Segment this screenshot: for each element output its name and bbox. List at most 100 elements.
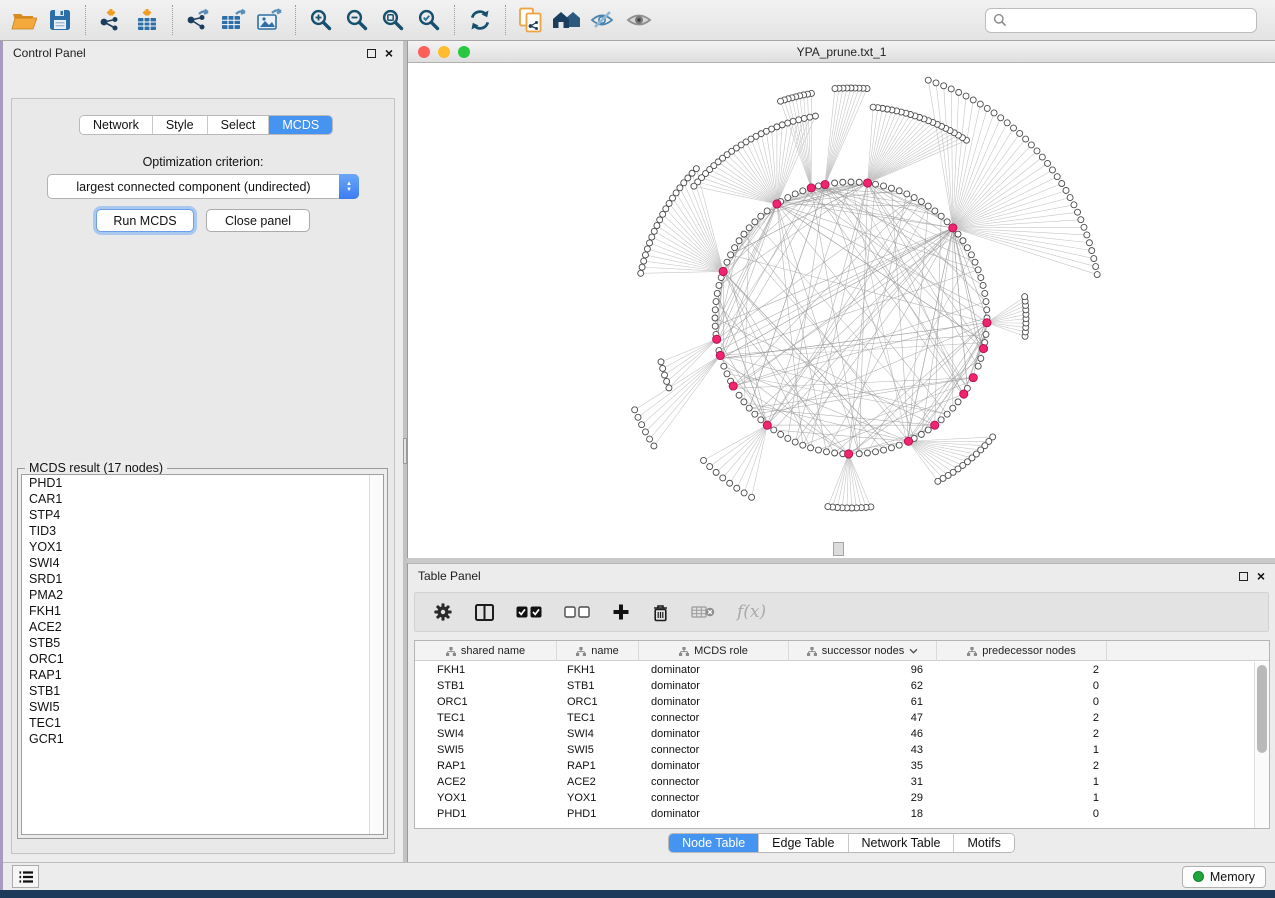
network-node[interactable]: [639, 264, 645, 270]
network-node[interactable]: [932, 208, 938, 214]
network-node[interactable]: [1028, 142, 1034, 148]
network-node[interactable]: [918, 431, 924, 437]
network-node[interactable]: [1081, 224, 1087, 230]
network-node[interactable]: [964, 245, 970, 251]
mcds-result-item[interactable]: TID3: [22, 523, 383, 539]
mcds-result-item[interactable]: CAR1: [22, 491, 383, 507]
network-node[interactable]: [712, 315, 718, 321]
network-node[interactable]: [642, 429, 648, 435]
network-node[interactable]: [638, 270, 644, 276]
network-node[interactable]: [911, 195, 917, 201]
mcds-result-item[interactable]: ACE2: [22, 619, 383, 635]
show-columns-button[interactable]: [475, 604, 494, 621]
table-scrollbar-thumb[interactable]: [1257, 665, 1267, 753]
network-node[interactable]: [1022, 294, 1028, 300]
network-window-titlebar[interactable]: YPA_prune.txt_1: [408, 41, 1275, 63]
mcds-hub-node[interactable]: [904, 437, 912, 445]
network-node[interactable]: [933, 80, 939, 86]
network-node[interactable]: [881, 447, 887, 453]
network-node[interactable]: [639, 422, 645, 428]
mcds-hub-node[interactable]: [983, 319, 991, 327]
hide-selected-button[interactable]: [585, 4, 621, 36]
network-node[interactable]: [660, 365, 666, 371]
table-row[interactable]: ORC1ORC1dominator610: [415, 694, 1254, 710]
tab-node-table[interactable]: Node Table: [669, 834, 758, 852]
network-node[interactable]: [778, 98, 784, 104]
mcds-hub-node[interactable]: [763, 421, 771, 429]
mcds-result-item[interactable]: GCR1: [22, 731, 383, 747]
network-node[interactable]: [938, 213, 944, 219]
network-node[interactable]: [832, 86, 838, 92]
network-node[interactable]: [925, 427, 931, 433]
network-node[interactable]: [714, 290, 720, 296]
network-node[interactable]: [983, 331, 989, 337]
network-node[interactable]: [963, 93, 969, 99]
network-node[interactable]: [918, 199, 924, 205]
network-node[interactable]: [712, 307, 718, 313]
mcds-hub-node[interactable]: [949, 224, 957, 232]
mcds-hub-node[interactable]: [979, 344, 987, 352]
network-node[interactable]: [888, 445, 894, 451]
network-canvas[interactable]: [408, 63, 1275, 558]
network-node[interactable]: [904, 191, 910, 197]
network-node[interactable]: [955, 231, 961, 237]
mcds-hub-node[interactable]: [821, 180, 829, 188]
network-node[interactable]: [713, 469, 719, 475]
network-node[interactable]: [881, 183, 887, 189]
network-node[interactable]: [641, 258, 647, 264]
network-node[interactable]: [1067, 195, 1073, 201]
network-node[interactable]: [944, 219, 950, 225]
mcds-result-item[interactable]: SRD1: [22, 571, 383, 587]
close-table-panel-icon[interactable]: ×: [1257, 571, 1265, 581]
mcds-result-item[interactable]: PHD1: [22, 475, 383, 491]
table-row[interactable]: SWI4SWI4dominator462: [415, 726, 1254, 742]
mcds-hub-node[interactable]: [713, 335, 721, 343]
network-node[interactable]: [1004, 120, 1010, 126]
network-node[interactable]: [864, 450, 870, 456]
float-panel-icon[interactable]: [367, 49, 376, 58]
network-node[interactable]: [785, 195, 791, 201]
network-node[interactable]: [978, 355, 984, 361]
save-session-button[interactable]: [42, 4, 78, 36]
zoom-fit-button[interactable]: [375, 4, 411, 36]
network-node[interactable]: [941, 83, 947, 89]
network-node[interactable]: [1094, 272, 1100, 278]
mcds-hub-node[interactable]: [729, 382, 737, 390]
network-node[interactable]: [840, 179, 846, 185]
network-node[interactable]: [741, 490, 747, 496]
mcds-hub-node[interactable]: [960, 390, 968, 398]
network-node[interactable]: [800, 442, 806, 448]
network-node[interactable]: [1034, 148, 1040, 154]
network-node[interactable]: [632, 407, 638, 413]
network-node[interactable]: [1017, 130, 1023, 136]
network-node[interactable]: [1049, 167, 1055, 173]
network-node[interactable]: [856, 451, 862, 457]
network-node[interactable]: [801, 115, 807, 121]
network-node[interactable]: [1084, 232, 1090, 238]
network-node[interactable]: [1011, 125, 1017, 131]
delete-column-button[interactable]: [652, 603, 669, 622]
zoom-selected-button[interactable]: [411, 4, 447, 36]
network-node[interactable]: [870, 104, 876, 110]
network-node[interactable]: [977, 101, 983, 107]
network-node[interactable]: [785, 435, 791, 441]
table-row[interactable]: SWI5SWI5connector431: [415, 742, 1254, 758]
network-node[interactable]: [716, 282, 722, 288]
network-node[interactable]: [728, 252, 734, 258]
network-node[interactable]: [807, 114, 813, 120]
network-node[interactable]: [975, 363, 981, 369]
table-options-button[interactable]: [433, 602, 453, 622]
table-row[interactable]: YOX1YOX1connector291: [415, 790, 1254, 806]
mcds-result-list[interactable]: PHD1CAR1STP4TID3YOX1SWI4SRD1PMA2FKH1ACE2…: [21, 474, 384, 835]
network-node[interactable]: [746, 225, 752, 231]
search-field[interactable]: [985, 8, 1257, 33]
column-header[interactable]: successor nodes: [789, 641, 937, 661]
network-node[interactable]: [991, 110, 997, 116]
network-node[interactable]: [1039, 154, 1045, 160]
network-node[interactable]: [808, 445, 814, 451]
network-node[interactable]: [701, 457, 707, 463]
network-node[interactable]: [925, 203, 931, 209]
network-node[interactable]: [666, 385, 672, 391]
network-node[interactable]: [792, 191, 798, 197]
mcds-hub-node[interactable]: [863, 179, 871, 187]
